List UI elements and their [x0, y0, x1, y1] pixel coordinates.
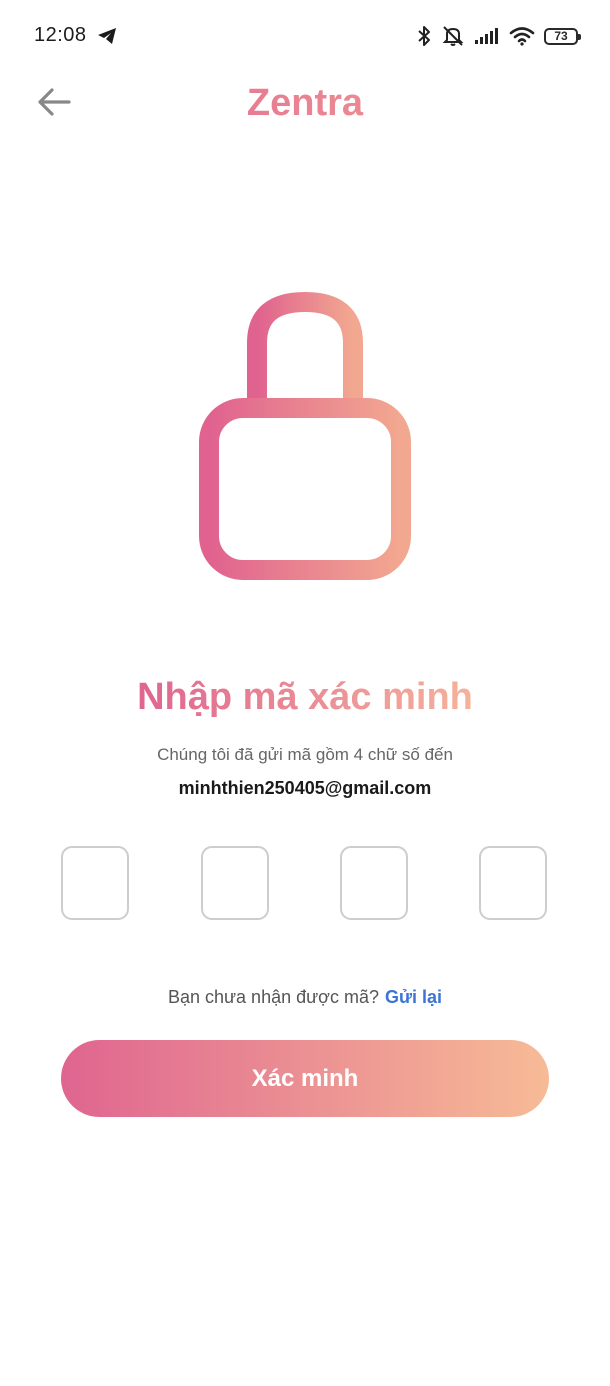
- signal-icon: [475, 28, 498, 44]
- otp-box-3[interactable]: [340, 846, 408, 920]
- status-bar: 12:08 73: [0, 0, 610, 72]
- verify-heading-text: Nhập mã xác minh: [137, 676, 473, 718]
- verify-heading: Nhập mã xác minh: [0, 676, 610, 719]
- otp-box-4[interactable]: [479, 846, 547, 920]
- verify-subtitle: Chúng tôi đã gửi mã gồm 4 chữ số đến: [157, 745, 453, 764]
- otp-box-2[interactable]: [201, 846, 269, 920]
- verify-button[interactable]: Xác minh: [61, 1040, 549, 1117]
- verify-email: minhthien250405@gmail.com: [178, 778, 432, 798]
- resend-link[interactable]: Gửi lại: [385, 987, 442, 1007]
- battery-icon: 73: [544, 27, 581, 45]
- bluetooth-icon: [418, 26, 430, 46]
- otp-box-1[interactable]: [61, 846, 129, 920]
- battery-level: 73: [554, 29, 568, 43]
- resend-row: Bạn chưa nhận được mã? Gửi lại: [0, 987, 610, 1008]
- wifi-icon: [509, 27, 535, 46]
- status-icons: 73: [416, 24, 581, 48]
- status-time: 12:08: [34, 24, 87, 46]
- mute-icon: [442, 26, 464, 46]
- app-title: Zentra: [0, 82, 610, 125]
- resend-prompt: Bạn chưa nhận được mã?: [167, 987, 379, 1007]
- lock-icon: [199, 292, 411, 580]
- telegram-icon: [98, 28, 116, 44]
